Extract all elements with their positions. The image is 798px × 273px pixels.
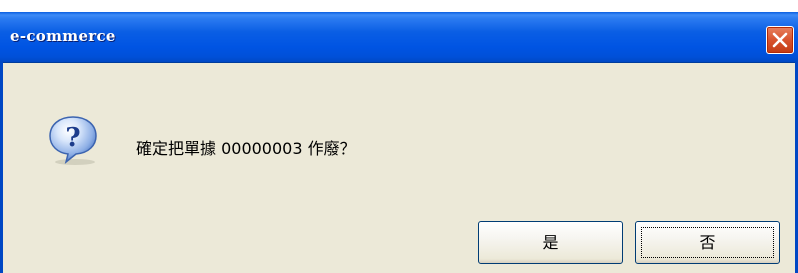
title-bar[interactable]: e-commerce [0, 12, 798, 63]
no-button[interactable]: 否 [635, 221, 780, 264]
close-button[interactable] [766, 26, 794, 54]
yes-button-label: 是 [542, 233, 559, 252]
window-title: e-commerce [10, 27, 116, 45]
window-border-left [0, 62, 3, 273]
yes-button[interactable]: 是 [478, 221, 623, 264]
close-icon [772, 32, 788, 48]
dialog-message: 確定把單據 00000003 作廢？ [136, 139, 356, 158]
message-dialog: e-commerce ? 確定把單據 00000003 作廢？ 是 否 [0, 12, 798, 273]
svg-text:?: ? [65, 123, 80, 153]
no-button-label: 否 [699, 233, 716, 252]
question-icon: ? [49, 116, 97, 165]
